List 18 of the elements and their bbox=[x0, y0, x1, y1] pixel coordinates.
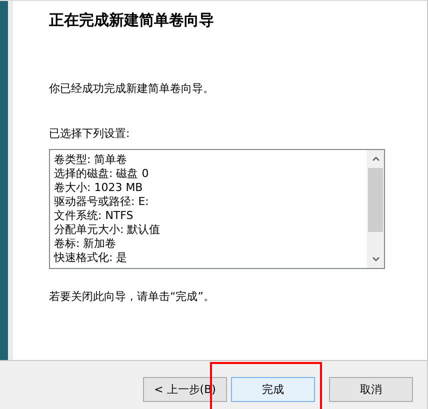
setting-line: 选择的磁盘: 磁盘 0 bbox=[54, 167, 150, 181]
close-hint: 若要关闭此向导，请单击“完成”。 bbox=[49, 289, 216, 304]
wizard-title: 正在完成新建简单卷向导 bbox=[49, 11, 215, 31]
wizard-button[interactable]: 取消 bbox=[329, 377, 413, 402]
scroll-down-icon[interactable] bbox=[370, 254, 380, 264]
setting-line: 快速格式化: 是 bbox=[54, 251, 128, 265]
wizard-button[interactable]: 完成 bbox=[231, 377, 315, 402]
setting-line: 卷类型: 简单卷 bbox=[54, 153, 128, 167]
setting-line: 分配单元大小: 默认值 bbox=[54, 223, 162, 237]
setting-line: 卷大小: 1023 MB bbox=[54, 181, 144, 195]
scrollbar[interactable] bbox=[367, 150, 384, 268]
scroll-thumb[interactable] bbox=[368, 168, 383, 232]
settings-list[interactable]: 卷类型: 简单卷 选择的磁盘: 磁盘 0 卷大小: 1023 MB 驱动器号或路径: E: 文件系统: NTFS 分配单元大小: 默认值 卷标: 新加卷 快速格式化: 是 bbox=[49, 149, 385, 269]
setting-line: 卷标: 新加卷 bbox=[54, 237, 118, 251]
success-message: 你已经成功完成新建简单卷向导。 bbox=[49, 81, 215, 96]
setting-line: 驱动器号或路径: E: bbox=[54, 195, 150, 209]
settings-label: 已选择下列设置: bbox=[49, 126, 131, 141]
setting-line: 文件系统: NTFS bbox=[54, 209, 134, 223]
